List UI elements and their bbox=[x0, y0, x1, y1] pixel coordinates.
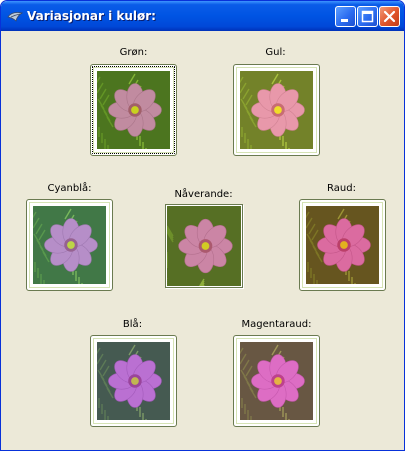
green-flower-thumbnail bbox=[97, 71, 170, 149]
flower-image bbox=[167, 206, 241, 286]
flower-image bbox=[97, 71, 170, 149]
maximize-icon bbox=[361, 10, 374, 23]
close-button[interactable] bbox=[379, 6, 400, 27]
flower-image bbox=[97, 342, 170, 420]
red-variant-button[interactable] bbox=[299, 199, 386, 291]
minimize-button[interactable] bbox=[335, 6, 356, 27]
minimize-icon bbox=[341, 19, 348, 22]
red-flower-thumbnail bbox=[306, 206, 379, 284]
current-preview bbox=[165, 204, 243, 288]
yellow-variant-button[interactable] bbox=[233, 64, 320, 156]
current-label: Nåverande: bbox=[174, 189, 233, 200]
red-label: Raud: bbox=[327, 183, 356, 194]
title-bar[interactable]: Variasjonar i kulør: bbox=[1, 1, 404, 31]
blue-label: Blå: bbox=[122, 319, 143, 330]
magenta-variant-button[interactable] bbox=[233, 335, 320, 427]
blue-variant-button[interactable] bbox=[90, 335, 177, 427]
flower-image bbox=[33, 206, 106, 284]
green-label: Grøn: bbox=[119, 47, 148, 58]
flower-image bbox=[240, 71, 313, 149]
window-title: Variasjonar i kulør: bbox=[27, 9, 156, 23]
magenta-flower-thumbnail bbox=[240, 342, 313, 420]
yellow-flower-thumbnail bbox=[240, 71, 313, 149]
flower-image bbox=[306, 206, 379, 284]
cyan-label: Cyanblå: bbox=[47, 183, 92, 194]
current-flower-thumbnail bbox=[167, 206, 241, 286]
cyan-variant-button[interactable] bbox=[26, 199, 113, 291]
yellow-label: Gul: bbox=[265, 47, 286, 58]
blue-flower-thumbnail bbox=[97, 342, 170, 420]
close-icon bbox=[383, 10, 396, 23]
variations-dialog: Variasjonar i kulør: Grøn: Gul: Cyanblå:… bbox=[0, 0, 405, 451]
magenta-label: Magentaraud: bbox=[241, 319, 312, 330]
flower-image bbox=[240, 342, 313, 420]
app-icon bbox=[7, 12, 23, 22]
cyan-flower-thumbnail bbox=[33, 206, 106, 284]
green-variant-button[interactable] bbox=[90, 64, 177, 156]
maximize-button[interactable] bbox=[357, 6, 378, 27]
